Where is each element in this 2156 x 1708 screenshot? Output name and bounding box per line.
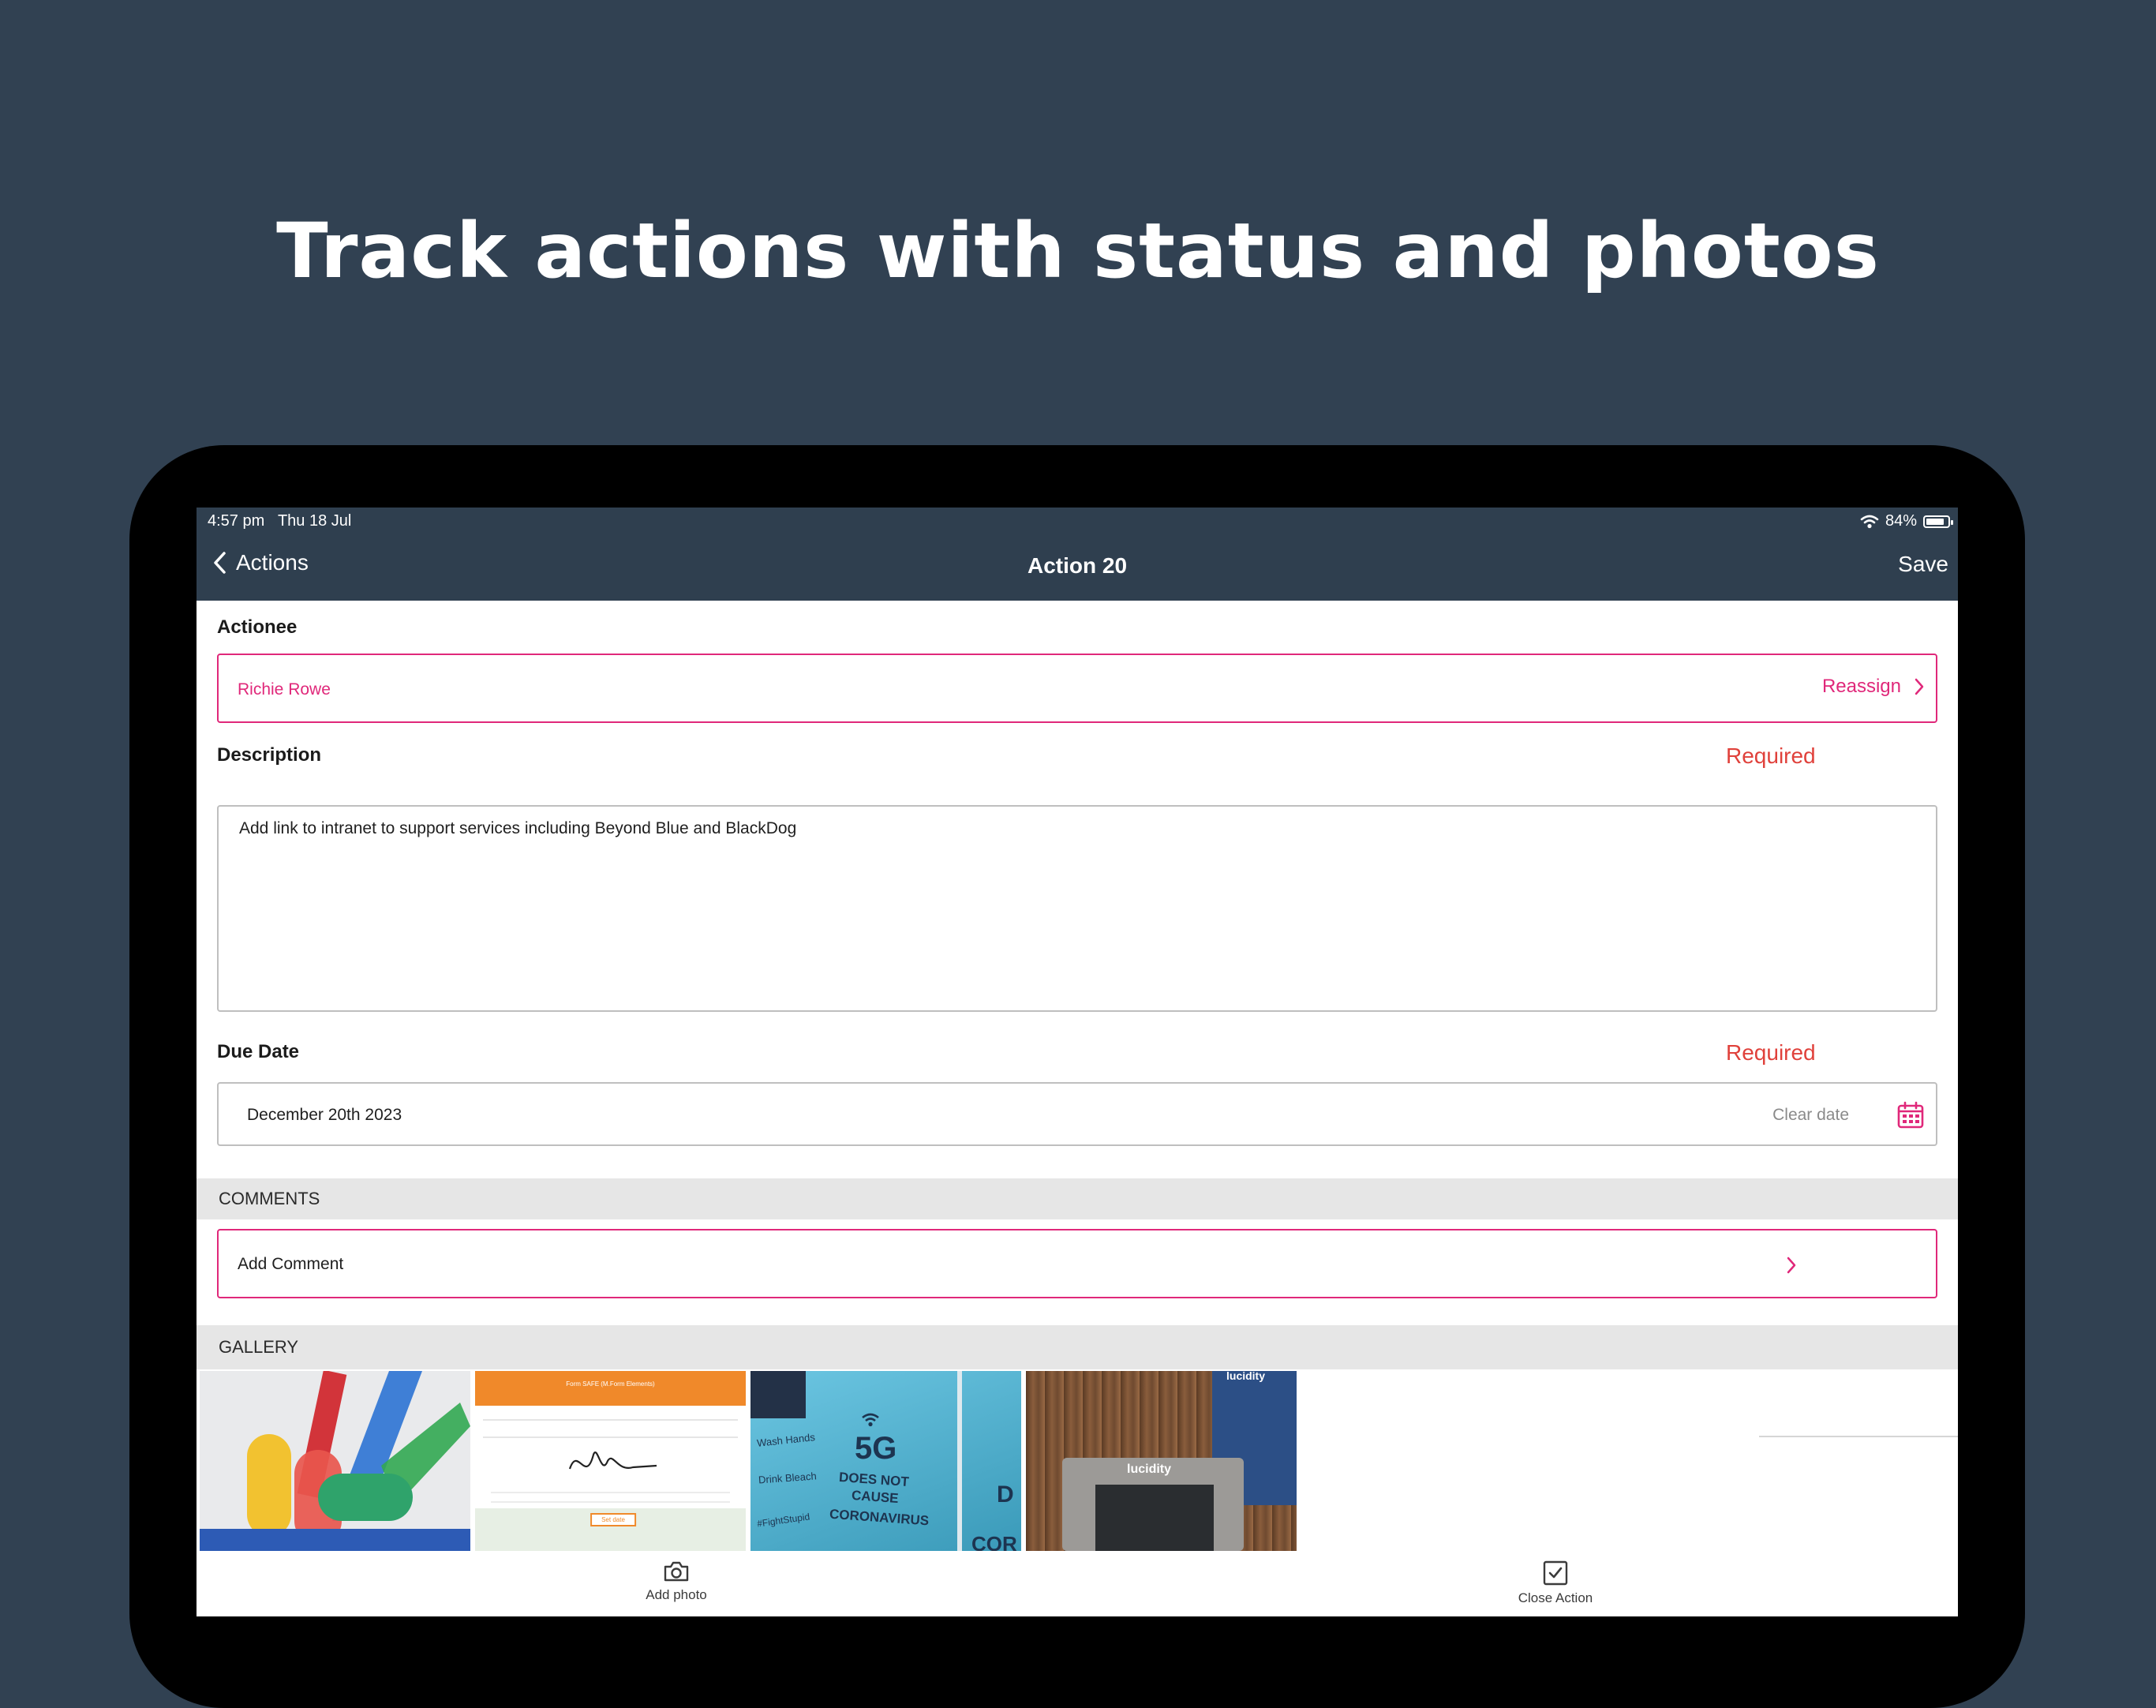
poster-text-cause: CAUSE xyxy=(851,1487,900,1507)
bottom-toolbar: Add photo Close Action xyxy=(197,1551,1958,1616)
add-comment-label: Add Comment xyxy=(238,1255,344,1273)
signature-form-photo[interactable]: Form SAFE (M.Form Elements) Set date xyxy=(475,1371,746,1551)
status-date: Thu 18 Jul xyxy=(277,512,352,530)
chevron-left-icon xyxy=(214,552,226,574)
wifi-icon xyxy=(1860,515,1879,528)
calendar-icon[interactable] xyxy=(1896,1101,1925,1129)
colorful-logo-photo[interactable] xyxy=(200,1371,470,1551)
actionee-label: Actionee xyxy=(217,616,298,638)
description-required: Required xyxy=(1726,744,1816,768)
back-label: Actions xyxy=(236,550,309,575)
marketing-title: Track actions with status and photos xyxy=(276,207,1880,295)
reassign-button[interactable]: Reassign xyxy=(1822,676,1925,698)
banner-text-lucidity: lucidity xyxy=(1226,1371,1266,1382)
actionee-value: Richie Rowe xyxy=(238,680,331,699)
save-button[interactable]: Save xyxy=(1898,552,1948,577)
reassign-label: Reassign xyxy=(1821,676,1901,697)
add-comment-row[interactable]: Add Comment xyxy=(217,1229,1937,1298)
actionee-field[interactable]: Richie Rowe Reassign xyxy=(217,654,1937,723)
status-time: 4:57 pm xyxy=(208,512,265,530)
page-title: Action 20 xyxy=(1027,553,1128,578)
app-screen: 4:57 pm Thu 18 Jul 84% Actions Action 20… xyxy=(197,508,1958,1616)
navigation-bar: Actions Action 20 Save xyxy=(197,536,1958,601)
add-photo-label: Add photo xyxy=(646,1587,707,1602)
gallery-grid: Form SAFE (M.Form Elements) Set date Was… xyxy=(200,1371,1297,1551)
5g-poster-photo[interactable]: Wash Hands Drink Bleach 5G DOES NOT CAUS… xyxy=(750,1371,1021,1551)
status-indicators: 84% xyxy=(1860,512,1953,530)
checkbox-icon xyxy=(1543,1560,1568,1586)
description-label: Description xyxy=(217,744,322,766)
lucidity-device-photo[interactable]: lucidity lucidity xyxy=(1026,1371,1297,1551)
back-button[interactable]: Actions xyxy=(212,550,309,575)
due-date-field[interactable]: December 20th 2023 Clear date xyxy=(217,1082,1937,1146)
device-text-lucidity: lucidity xyxy=(1127,1463,1172,1476)
poster-text-d: D xyxy=(997,1481,1014,1508)
camera-icon xyxy=(664,1561,689,1582)
battery-percent: 84% xyxy=(1885,512,1917,530)
battery-icon xyxy=(1923,515,1953,528)
poster-text-cor: COR xyxy=(971,1532,1017,1551)
due-date-required: Required xyxy=(1726,1040,1816,1065)
chevron-right-icon xyxy=(1787,1257,1796,1274)
add-photo-button[interactable]: Add photo xyxy=(621,1560,732,1603)
form-banner-text: Form SAFE (M.Form Elements) xyxy=(566,1380,655,1388)
wifi-icon xyxy=(862,1413,879,1427)
close-action-button[interactable]: Close Action xyxy=(1500,1560,1611,1606)
due-date-label: Due Date xyxy=(217,1041,300,1062)
divider xyxy=(1759,1436,1958,1437)
status-time-date: 4:57 pm Thu 18 Jul xyxy=(208,512,351,530)
status-bar: 4:57 pm Thu 18 Jul 84% xyxy=(197,508,1958,536)
due-date-value: December 20th 2023 xyxy=(247,1106,402,1124)
clear-date-button[interactable]: Clear date xyxy=(1772,1106,1849,1125)
comments-header: COMMENTS xyxy=(197,1178,1958,1219)
description-value: Add link to intranet to support services… xyxy=(239,819,797,837)
gallery-header: GALLERY xyxy=(197,1325,1958,1369)
poster-text-5g: 5G xyxy=(855,1431,897,1466)
form-banner xyxy=(475,1371,746,1406)
chevron-right-icon xyxy=(1915,678,1924,695)
description-textarea[interactable]: Add link to intranet to support services… xyxy=(217,805,1937,1012)
close-action-label: Close Action xyxy=(1518,1590,1593,1605)
set-date-button: Set date xyxy=(590,1513,636,1526)
